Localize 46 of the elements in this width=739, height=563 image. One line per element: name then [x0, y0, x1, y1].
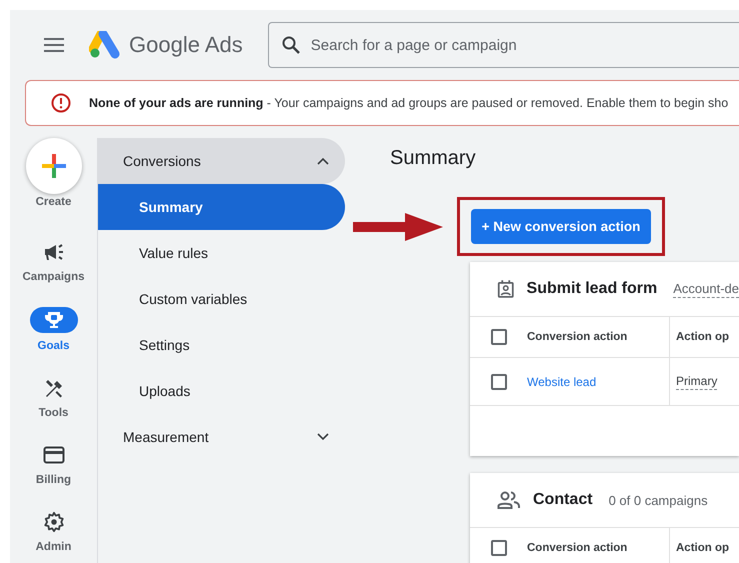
alert-icon: [51, 93, 71, 113]
search-field[interactable]: Search for a page or campaign: [268, 22, 739, 68]
nav-item[interactable]: Value rules: [98, 230, 345, 276]
column-header: Conversion action: [527, 542, 628, 554]
nav-rail-label: Tools: [38, 406, 68, 420]
new-conversion-button[interactable]: + New conversion action: [471, 209, 651, 244]
card-subtitle: 0 of 0 campaigns: [608, 492, 708, 508]
card-title: Submit lead form: [526, 280, 658, 298]
create-label: Create: [36, 195, 72, 209]
nav-rail-label: Billing: [36, 473, 72, 487]
credit-card-icon: [42, 446, 64, 464]
card-title: Contact: [533, 491, 593, 509]
nav-rail-item[interactable]: [30, 307, 78, 333]
menu-icon[interactable]: [43, 37, 65, 53]
settings-icon: [42, 511, 64, 533]
checkbox[interactable]: [491, 374, 507, 390]
chevron-up-icon: [317, 157, 329, 165]
trophy-icon: [44, 310, 64, 330]
checkbox[interactable]: [491, 540, 507, 556]
table-cell: Primary: [676, 374, 718, 390]
chevron-down-icon: [317, 433, 329, 441]
nav-item[interactable]: Settings: [98, 322, 345, 368]
nav-group[interactable]: Conversions: [98, 138, 345, 184]
nav-item[interactable]: Uploads: [98, 368, 345, 414]
checkbox[interactable]: [491, 329, 507, 345]
logo-icon: [89, 31, 121, 59]
nav-item[interactable]: Summary: [98, 184, 345, 230]
people-icon: [497, 490, 521, 510]
nav-item[interactable]: Custom variables: [98, 276, 345, 322]
column-header: Conversion action: [527, 331, 628, 343]
conversion-link[interactable]: Website lead: [527, 374, 596, 388]
plus-icon: [40, 152, 68, 180]
nav-rail-label: Goals: [38, 339, 70, 353]
nav-group[interactable]: Measurement: [98, 414, 345, 460]
column-header: Action op: [676, 331, 730, 343]
column-header: Action op: [676, 542, 730, 554]
alert-message: None of your ads are running - Your campaigns and ad groups are paused or removed. Enable them to begin sho: [89, 96, 728, 110]
page-title: Summary: [390, 147, 477, 171]
form-icon: [497, 278, 515, 300]
megaphone-icon: [42, 242, 64, 262]
search-icon: [282, 36, 300, 54]
card-subtitle: Account-de: [673, 280, 739, 298]
product-name: Google Ads: [129, 32, 243, 58]
create-button[interactable]: [26, 138, 82, 194]
nav-rail-label: Admin: [36, 540, 72, 554]
nav-rail-label: Campaigns: [22, 270, 84, 284]
